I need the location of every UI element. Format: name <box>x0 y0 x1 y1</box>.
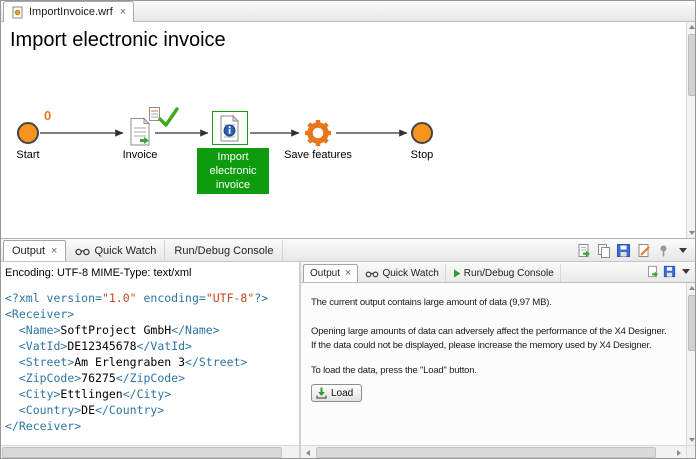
output-xml-panel: Encoding: UTF-8 MIME-Type: text/xml <?xm… <box>0 262 299 445</box>
scroll-down-icon[interactable] <box>687 228 696 238</box>
canvas-vertical-scrollbar[interactable] <box>686 22 696 238</box>
right-tab-quick-watch[interactable]: Quick Watch <box>358 264 445 282</box>
right-tab-run-debug-console-label: Run/Debug Console <box>464 268 554 279</box>
xml-line: <Receiver> <box>5 306 294 322</box>
editor-tab-bar: ImportInvoice.wrf × <box>0 0 696 22</box>
output-toolbar <box>575 242 691 258</box>
run-debug-console-icon <box>453 269 461 278</box>
workflow-canvas[interactable]: Import electronic invoice 0 Start In <box>0 22 686 238</box>
pin-view-icon[interactable] <box>655 242 671 258</box>
right-tab-output-label: Output <box>310 268 340 279</box>
xml-line: <City>Ettlingen</City> <box>5 386 294 402</box>
scroll-up-icon[interactable] <box>687 283 696 293</box>
import-node-icon[interactable] <box>212 111 248 145</box>
right-vscroll-thumb[interactable] <box>688 295 696 351</box>
xml-line: <?xml version="1.0" encoding="UTF-8"?> <box>5 290 294 306</box>
right-tab-run-debug-console[interactable]: Run/Debug Console <box>446 264 561 282</box>
output-group-tab-bar: Output × Quick Watch Run/Debug Console <box>0 238 696 262</box>
left-hscroll-thumb[interactable] <box>2 447 282 458</box>
load-button-label: Load <box>331 388 353 399</box>
scroll-down-icon[interactable] <box>687 435 696 445</box>
save-output-icon[interactable] <box>615 242 631 258</box>
editor-tab-title: ImportInvoice.wrf <box>29 6 113 18</box>
load-icon <box>316 387 327 399</box>
right-panel-toolbar <box>645 264 693 278</box>
tab-output[interactable]: Output × <box>3 240 66 261</box>
output-message-panel: Output × Quick Watch Run/Debug Console <box>301 262 696 459</box>
save-features-node-icon[interactable] <box>303 118 333 148</box>
branch-counter: 0 <box>44 108 51 123</box>
right-panel-hscrollbar[interactable] <box>301 445 686 459</box>
encoding-info: Encoding: UTF-8 MIME-Type: text/xml <box>0 262 299 282</box>
right-hscroll-thumb[interactable] <box>316 447 656 458</box>
tab-quick-watch[interactable]: Quick Watch <box>66 240 165 261</box>
validation-check-icon <box>157 106 179 128</box>
right-panel-vscrollbar[interactable] <box>686 283 696 445</box>
performance-warning: Opening large amounts of data can advers… <box>311 326 678 337</box>
view-menu-icon[interactable] <box>675 242 691 258</box>
right-tab-output[interactable]: Output × <box>303 264 358 282</box>
scroll-up-icon[interactable] <box>687 22 696 32</box>
xml-line: <ZipCode>76275</ZipCode> <box>5 370 294 386</box>
view-menu-icon[interactable] <box>679 264 693 278</box>
tab-output-label: Output <box>12 245 45 257</box>
export-output-icon[interactable] <box>575 242 591 258</box>
scrollbar-corner <box>686 445 696 459</box>
memory-warning: If the data could not be displayed, plea… <box>311 340 678 351</box>
import-node-glyph <box>219 115 241 142</box>
workflow-connectors <box>0 22 686 238</box>
xml-line: </Receiver> <box>5 418 294 434</box>
panel-splitter[interactable] <box>299 262 301 459</box>
output-size-notice: The current output contains large amount… <box>311 297 678 308</box>
clear-output-icon[interactable] <box>635 242 651 258</box>
x4-designer-window: ImportInvoice.wrf × Import electronic in… <box>0 0 696 459</box>
xml-line: <Name>SoftProject GmbH</Name> <box>5 322 294 338</box>
invoice-node-icon[interactable] <box>128 117 153 147</box>
stop-node[interactable] <box>411 122 433 144</box>
tab-quick-watch-label: Quick Watch <box>94 245 156 257</box>
xml-line: <Street>Am Erlengraben 3</Street> <box>5 354 294 370</box>
large-output-message: The current output contains large amount… <box>301 283 686 445</box>
invoice-node-label: Invoice <box>108 149 172 162</box>
right-panel-tab-bar: Output × Quick Watch Run/Debug Console <box>301 262 696 283</box>
export-output-icon[interactable] <box>645 264 659 278</box>
editor-tab-close-icon[interactable]: × <box>120 7 126 18</box>
editor-tab-importinvoice[interactable]: ImportInvoice.wrf × <box>3 1 134 22</box>
canvas-vscroll-thumb[interactable] <box>688 34 696 96</box>
right-tab-quick-watch-label: Quick Watch <box>382 268 438 279</box>
xml-line: <Country>DE</Country> <box>5 402 294 418</box>
workflow-file-icon <box>11 6 24 19</box>
right-tab-output-close-icon[interactable]: × <box>345 268 351 279</box>
save-output-icon[interactable] <box>662 264 676 278</box>
start-node-label: Start <box>4 149 52 162</box>
tab-output-close-icon[interactable]: × <box>51 246 57 257</box>
tab-run-debug-console-label: Run/Debug Console <box>174 245 273 257</box>
quick-watch-icon <box>365 270 379 278</box>
scroll-right-icon[interactable] <box>672 446 686 459</box>
tab-run-debug-console[interactable]: Run/Debug Console <box>165 240 282 261</box>
scroll-left-icon[interactable] <box>301 446 315 459</box>
start-node[interactable] <box>17 122 39 144</box>
copy-output-icon[interactable] <box>595 242 611 258</box>
load-button[interactable]: Load <box>311 384 362 402</box>
quick-watch-icon <box>75 247 90 256</box>
xml-line: <VatId>DE12345678</VatId> <box>5 338 294 354</box>
xml-code[interactable]: <?xml version="1.0" encoding="UTF-8"?><R… <box>0 286 299 445</box>
left-panel-hscrollbar[interactable] <box>0 445 299 459</box>
load-instruction: To load the data, press the "Load" butto… <box>311 365 678 376</box>
stop-node-label: Stop <box>398 149 446 162</box>
import-node-label[interactable]: Import electronic invoice <box>197 148 269 194</box>
save-features-node-label: Save features <box>280 149 356 162</box>
